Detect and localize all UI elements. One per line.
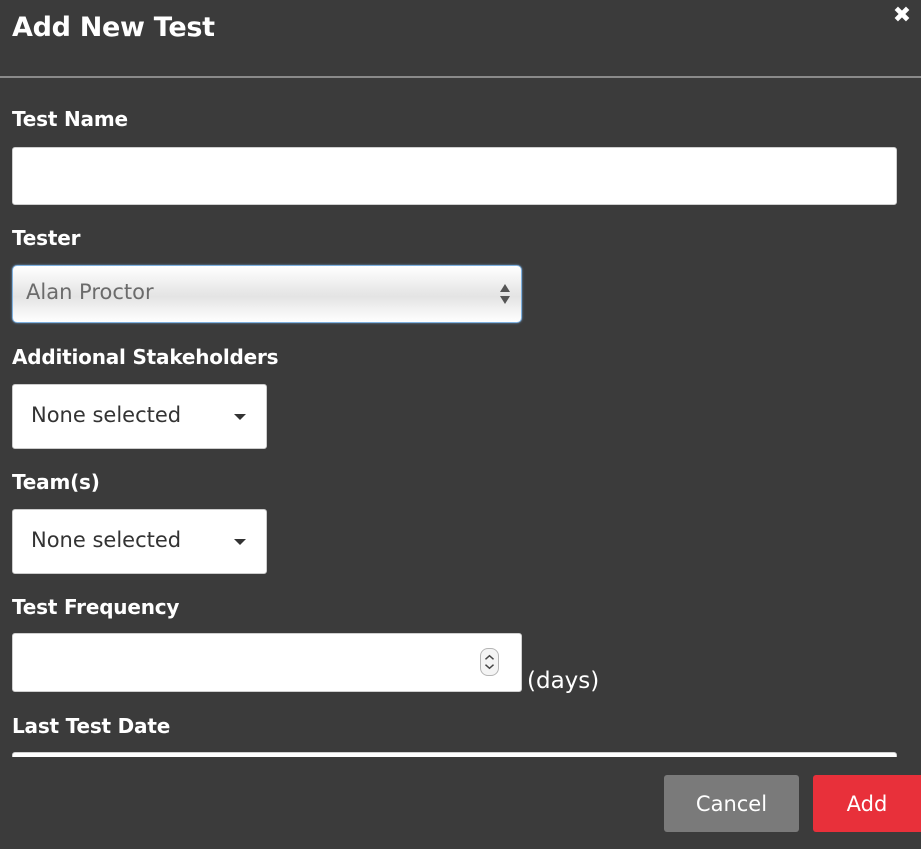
stakeholders-label: Additional Stakeholders xyxy=(12,345,279,369)
last-test-date-label: Last Test Date xyxy=(12,714,171,738)
number-spinner-icon[interactable] xyxy=(480,648,499,676)
frequency-label: Test Frequency xyxy=(12,595,180,619)
cancel-button[interactable]: Cancel xyxy=(664,775,799,832)
dialog-body: Test Name Tester Alan Proctor Additional… xyxy=(0,78,921,757)
tester-selected-value: Alan Proctor xyxy=(26,280,154,304)
teams-selected-value: None selected xyxy=(31,528,182,552)
teams-multiselect[interactable]: None selected xyxy=(12,509,267,574)
close-icon[interactable]: ✖ xyxy=(891,3,913,29)
dialog-title: Add New Test xyxy=(12,12,215,43)
sort-arrows-icon xyxy=(500,284,510,304)
dialog-header: Add New Test ✖ xyxy=(0,0,921,78)
frequency-unit-suffix: (days) xyxy=(527,668,600,694)
dialog-footer: Cancel Add xyxy=(0,757,921,849)
frequency-field-wrapper xyxy=(12,633,522,692)
stakeholders-selected-value: None selected xyxy=(31,403,182,427)
frequency-number-input[interactable] xyxy=(12,633,522,692)
tester-select[interactable]: Alan Proctor xyxy=(12,265,522,323)
stakeholders-multiselect[interactable]: None selected xyxy=(12,384,267,449)
add-button[interactable]: Add xyxy=(813,775,921,832)
teams-label: Team(s) xyxy=(12,470,100,494)
caret-down-icon xyxy=(234,539,246,545)
add-test-dialog: Add New Test ✖ Test Name Tester Alan Pro… xyxy=(0,0,921,849)
caret-down-icon xyxy=(234,414,246,420)
test-name-input[interactable] xyxy=(12,147,897,205)
test-name-label: Test Name xyxy=(12,107,128,131)
tester-label: Tester xyxy=(12,226,81,250)
